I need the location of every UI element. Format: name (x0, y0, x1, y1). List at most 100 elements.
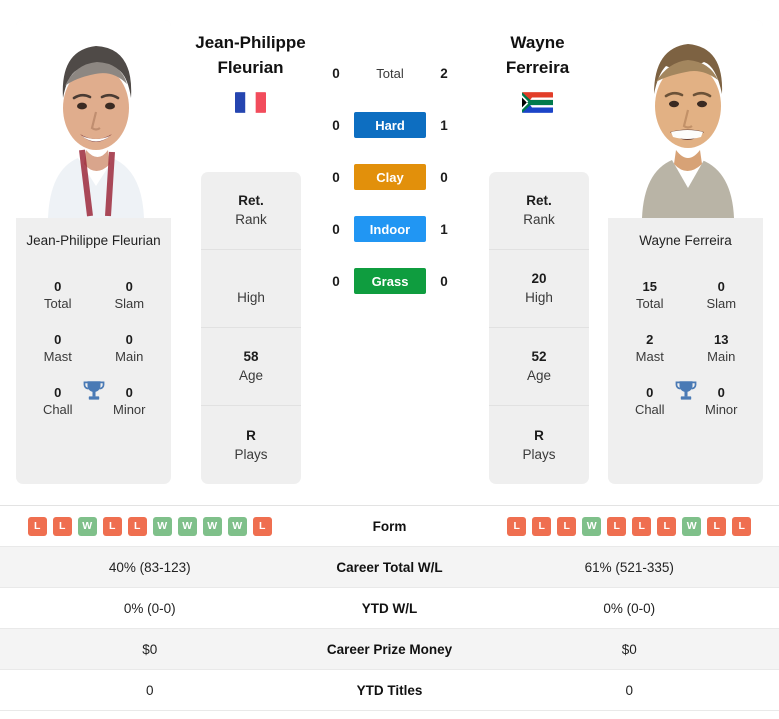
title-label: Slam (706, 296, 737, 311)
h2h-row-total: 0 Total 2 (325, 60, 455, 86)
form-badges-right: LLLWLLLWLL (484, 516, 776, 536)
form-badge-loss: L (632, 516, 652, 536)
strip-value: Ret. (526, 193, 552, 208)
table-row-career-total-wl: 40% (83-123) Career Total W/L 61% (521-3… (0, 547, 779, 588)
player-card-right[interactable]: Wayne Ferreira 15 Total 0 Slam 2 Mast 13… (608, 20, 763, 484)
h2h-left-score: 0 (332, 221, 340, 237)
form-badge-loss: L (607, 516, 627, 536)
form-badge-win: W (177, 516, 197, 536)
za-flag-icon (522, 92, 553, 113)
player-photo-left (16, 20, 171, 218)
table-row-form: LLWLLWWWWL Form LLLWLLLWLL (0, 506, 779, 547)
form-badge-win: W (227, 516, 247, 536)
h2h-right-score: 0 (440, 169, 448, 185)
form-badge-win: W (77, 516, 97, 536)
h2h-surface-label[interactable]: Hard (354, 112, 426, 138)
strip-value: R (246, 427, 256, 443)
strip-row: High (201, 250, 301, 328)
table-row-career-prize-money: $0 Career Prize Money $0 (0, 629, 779, 670)
titles-grid-right: 15 Total 0 Slam 2 Mast 13 Main 0 Chall 0… (608, 270, 763, 429)
form-badge-loss: L (707, 516, 727, 536)
player-photo-right (608, 20, 763, 218)
title-stat: 2 Mast (614, 323, 686, 376)
value-right: 0 (625, 682, 633, 698)
player-header-name-line1: Jean-Philippe (195, 33, 306, 52)
strip-value: R (534, 427, 544, 443)
comparison-table: LLWLLWWWWL Form LLLWLLLWLL 40% (83-123) … (0, 505, 779, 711)
strip-value: 52 (531, 349, 547, 364)
form-badge-loss: L (252, 516, 272, 536)
player-header-name-line2: Ferreira (505, 58, 570, 77)
strip-label: Rank (235, 212, 267, 227)
h2h-surface-label[interactable]: Clay (354, 164, 426, 190)
strip-row: R Plays (201, 406, 301, 484)
title-label: Total (636, 296, 664, 311)
player-header-name-line2: Fleurian (217, 58, 284, 77)
title-value: 2 (646, 332, 654, 347)
player-name-right: Wayne Ferreira (639, 233, 732, 248)
form-badge-loss: L (732, 516, 752, 536)
value-right: $0 (621, 641, 637, 657)
row-label: Career Prize Money (326, 641, 453, 657)
title-value: 0 (717, 279, 725, 294)
h2h-right-score: 1 (440, 221, 448, 237)
h2h-right-score: 1 (440, 117, 448, 133)
form-badge-loss: L (532, 516, 552, 536)
title-value: 0 (54, 332, 62, 347)
form-badge-win: W (682, 516, 702, 536)
title-value: 15 (642, 279, 657, 294)
title-label: Slam (114, 296, 145, 311)
player-stat-strip-left: Ret. Rank High 58 Age R Plays (201, 172, 301, 484)
strip-row: 58 Age (201, 328, 301, 406)
strip-label: Age (238, 368, 264, 383)
trophy-icon (81, 378, 107, 404)
trophy-icon (673, 378, 699, 404)
value-left: 0 (145, 682, 154, 698)
player-header-left: Jean-Philippe Fleurian (183, 30, 318, 113)
h2h-left-score: 0 (332, 117, 340, 133)
strip-label: Plays (234, 446, 268, 462)
title-stat: 0 Total (22, 270, 94, 323)
h2h-right-score: 2 (440, 65, 448, 81)
player-card-left[interactable]: Jean-Philippe Fleurian 0 Total 0 Slam 0 … (16, 20, 171, 484)
title-label: Main (115, 349, 144, 364)
strip-value: 20 (531, 271, 547, 286)
row-label: Form (372, 518, 407, 534)
strip-row: Ret. Rank (489, 172, 589, 250)
form-badge-loss: L (657, 516, 677, 536)
form-cell-left: LLWLLWWWWL (0, 516, 300, 536)
title-label: Total (44, 296, 72, 311)
title-stat: 0 Main (94, 323, 166, 376)
strip-row: Ret. Rank (201, 172, 301, 250)
title-stat: 15 Total (614, 270, 686, 323)
row-label: Career Total W/L (336, 559, 443, 575)
player-comparison-header: Jean-Philippe Fleurian 0 Total 0 Slam 0 … (0, 0, 779, 505)
form-badge-loss: L (507, 516, 527, 536)
strip-label: Age (526, 368, 552, 383)
form-badge-loss: L (52, 516, 72, 536)
h2h-left-score: 0 (332, 169, 340, 185)
titles-grid-left: 0 Total 0 Slam 0 Mast 0 Main 0 Chall 0 M… (16, 270, 171, 429)
h2h-surface-label: Total (376, 65, 404, 81)
h2h-surface-label[interactable]: Indoor (354, 216, 426, 242)
form-badges-left: LLWLLWWWWL (4, 516, 296, 536)
strip-row: 20 High (489, 250, 589, 328)
row-label: YTD Titles (356, 682, 423, 698)
player-stat-strip-right: Ret. Rank 20 High 52 Age R Plays (489, 172, 589, 484)
h2h-row-clay: 0 Clay 0 (325, 164, 455, 190)
title-label: Mast (43, 349, 72, 364)
strip-label: High (237, 290, 265, 305)
title-stat: 13 Main (686, 323, 758, 376)
h2h-left-score: 0 (332, 65, 340, 81)
h2h-row-indoor: 0 Indoor 1 (325, 216, 455, 242)
form-badge-win: W (152, 516, 172, 536)
strip-value: Ret. (238, 193, 264, 208)
table-row-ytd-titles: 0 YTD Titles 0 (0, 670, 779, 711)
strip-value: 58 (243, 349, 259, 364)
h2h-surface-label[interactable]: Grass (354, 268, 426, 294)
strip-label: Plays (522, 446, 556, 462)
form-badge-loss: L (102, 516, 122, 536)
title-stat: 0 Mast (22, 323, 94, 376)
h2h-row-hard: 0 Hard 1 (325, 112, 455, 138)
title-value: 13 (714, 332, 729, 347)
